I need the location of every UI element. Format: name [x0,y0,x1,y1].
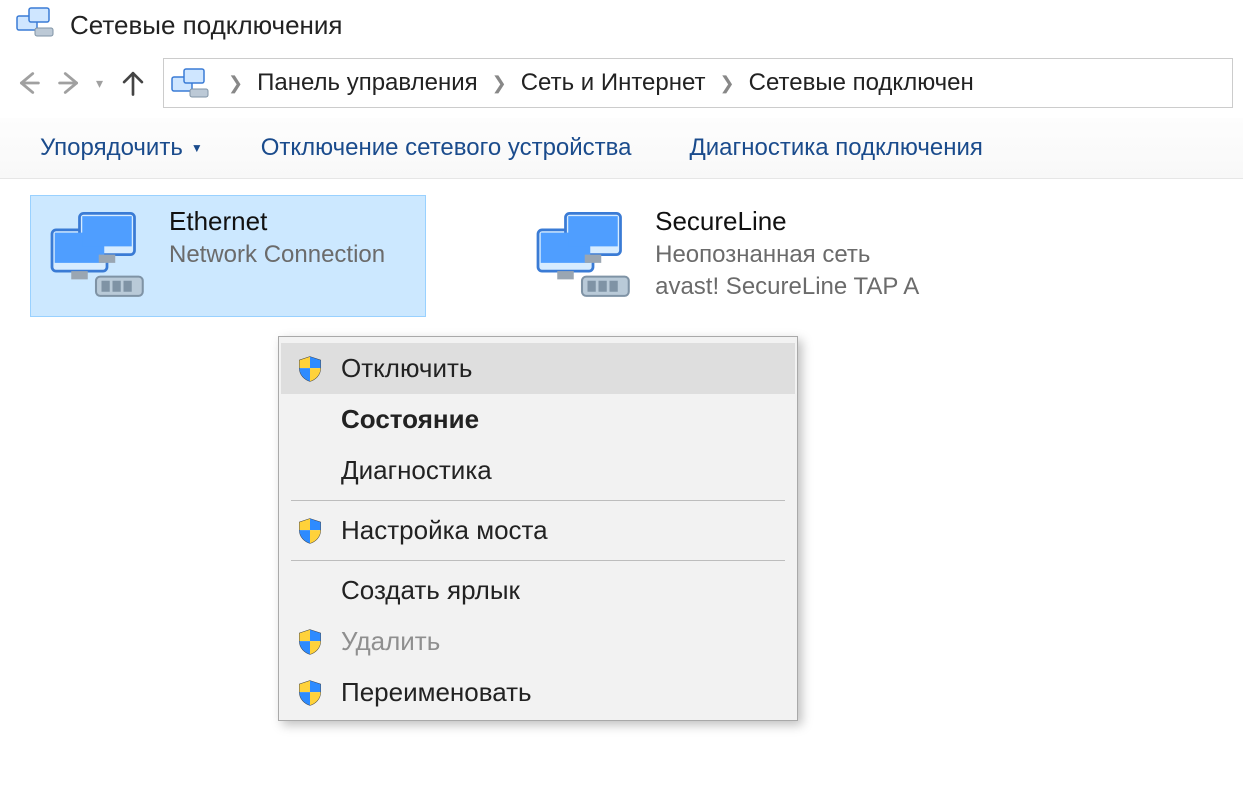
breadcrumb-part[interactable]: Панель управления [257,69,477,97]
address-bar-icon [166,67,214,99]
toolbar-diagnose-label: Диагностика подключения [690,134,983,162]
uac-shield-icon [295,516,325,546]
toolbar-diagnose[interactable]: Диагностика подключения [690,134,983,162]
uac-shield-icon [295,354,325,384]
breadcrumb-part[interactable]: Сетевые подключен [749,69,974,97]
nav-history-dropdown[interactable]: ▾ [94,75,103,92]
nav-back-button[interactable] [10,65,46,101]
uac-shield-icon [295,678,325,708]
content-area: Ethernet Network Connection SecureLine Н… [0,179,1243,333]
toolbar: Упорядочить ▼ Отключение сетевого устрой… [0,118,1243,179]
nav-bar: ▾ ❯ Панель управления ❯ Сеть и Интернет … [0,54,1243,118]
context-menu-item-rename[interactable]: Переименовать [281,667,795,718]
context-menu-separator [291,560,785,561]
connection-status: Неопознанная сеть [655,241,919,269]
uac-shield-icon [295,627,325,657]
chevron-right-icon: ❯ [478,73,521,94]
context-menu-label: Состояние [341,404,479,435]
menu-icon-spacer [295,405,325,435]
context-menu-label: Удалить [341,626,440,657]
toolbar-disable-device-label: Отключение сетевого устройства [261,134,632,162]
menu-icon-spacer [295,456,325,486]
titlebar: Сетевые подключения [0,0,1243,54]
breadcrumb-part[interactable]: Сеть и Интернет [521,69,706,97]
caret-down-icon: ▼ [191,141,203,155]
network-adapter-icon [41,206,151,306]
context-menu-item-create-shortcut[interactable]: Создать ярлык [281,565,795,616]
connection-name: Ethernet [169,206,385,237]
connection-item-secureline[interactable]: SecureLine Неопознанная сеть avast! Secu… [516,195,960,317]
window-title: Сетевые подключения [70,10,343,41]
toolbar-organize[interactable]: Упорядочить ▼ [40,134,203,162]
context-menu-item-diagnose[interactable]: Диагностика [281,445,795,496]
address-bar[interactable]: ❯ Панель управления ❯ Сеть и Интернет ❯ … [163,58,1233,108]
context-menu-label: Создать ярлык [341,575,520,606]
connection-name: SecureLine [655,206,919,237]
context-menu-label: Настройка моста [341,515,548,546]
context-menu-label: Переименовать [341,677,532,708]
context-menu: Отключить Состояние Диагностика Настройк… [278,336,798,721]
window-icon [14,6,56,44]
toolbar-disable-device[interactable]: Отключение сетевого устройства [261,134,632,162]
nav-forward-button[interactable] [52,65,88,101]
connection-device: avast! SecureLine TAP A [655,273,919,301]
context-menu-item-disable[interactable]: Отключить [281,343,795,394]
chevron-right-icon: ❯ [214,73,257,94]
context-menu-item-delete: Удалить [281,616,795,667]
context-menu-separator [291,500,785,501]
toolbar-organize-label: Упорядочить [40,134,183,162]
connection-status: Network Connection [169,241,385,269]
menu-icon-spacer [295,576,325,606]
context-menu-label: Отключить [341,353,472,384]
nav-up-button[interactable] [115,65,151,101]
context-menu-item-bridge[interactable]: Настройка моста [281,505,795,556]
network-adapter-icon [527,206,637,306]
context-menu-item-status[interactable]: Состояние [281,394,795,445]
chevron-right-icon: ❯ [706,73,749,94]
connection-item-ethernet[interactable]: Ethernet Network Connection [30,195,426,317]
context-menu-label: Диагностика [341,455,492,486]
